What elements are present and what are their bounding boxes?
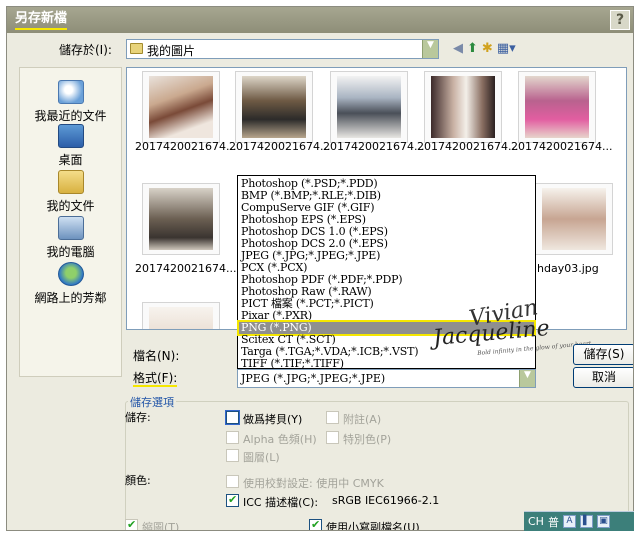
title-bar: 另存新檔 ? [7,7,633,33]
file-thumbnail[interactable] [235,71,313,143]
file-thumbnail[interactable] [142,302,220,329]
use-proof-checkbox[interactable] [226,475,239,488]
help-button[interactable]: ? [610,10,630,30]
file-thumbnail[interactable] [142,71,220,143]
filename-label: 檔名(N): [133,349,180,363]
place-label: 桌面 [58,153,83,167]
place-label: 我的文件 [46,199,95,213]
file-thumbnail[interactable] [142,183,220,255]
as-copy-checkbox[interactable] [225,410,240,425]
file-thumbnail[interactable] [330,71,408,143]
save-in-combo[interactable]: 我的圖片 ▼ [126,39,439,59]
spot-colors-label: 特別色(P) [343,433,392,446]
lowercase-extension-label: 使用小寫副檔名(U) [326,521,420,531]
save-as-dialog: 另存新檔 ? 儲存於(I): 我的圖片 ▼ ◀ ⬆ ✱ ▦▾ 我最近的文件 桌面… [6,6,634,531]
nav-toolbar: ◀ ⬆ ✱ ▦▾ [453,40,516,58]
place-desktop[interactable]: 桌面 [20,124,121,168]
alpha-channels-checkbox[interactable] [226,431,239,444]
ime-indicator[interactable]: 普 [548,514,559,530]
network-places-icon [57,262,84,286]
language-bar: CH 普 A ▌ ▣ [524,511,634,531]
chevron-down-icon[interactable]: ▼ [422,40,438,58]
format-combo[interactable]: JPEG (*.JPG;*.JPEG;*.JPE) ▼ [237,369,536,388]
place-label: 網路上的芳鄰 [34,291,107,305]
new-folder-icon[interactable]: ✱ [482,41,493,57]
language-indicator[interactable]: CH [528,515,544,528]
thumbnail-checkbox[interactable] [125,518,138,530]
file-thumbnail[interactable] [518,71,596,143]
file-thumbnail[interactable] [535,183,613,255]
up-folder-icon[interactable]: ⬆ [467,41,478,57]
lowercase-extension-checkbox[interactable] [309,518,322,530]
layers-checkbox[interactable] [226,449,239,462]
file-name[interactable]: 2017420021674... [135,140,236,153]
place-label: 我最近的文件 [34,109,107,123]
place-label: 我的電腦 [46,245,95,259]
thumbnail-label: 縮圖(T) [142,521,180,531]
file-name[interactable]: 2017420021674... [417,140,518,153]
settings-icon[interactable]: ▣ [596,515,610,528]
recent-documents-icon [57,80,84,104]
save-button[interactable]: 儲存(S) [573,344,633,365]
input-mode-icon[interactable]: A [562,515,576,528]
icc-profile-label: ICC 描述檔(C): [243,496,319,509]
spot-colors-checkbox[interactable] [326,431,339,444]
place-recent[interactable]: 我最近的文件 [20,80,121,124]
icc-profile-checkbox[interactable] [226,493,239,507]
format-value: JPEG (*.JPG;*.JPEG;*.JPE) [241,372,386,385]
use-proof-label: 使用校對設定: 使用中 CMYK [243,477,384,490]
file-name[interactable]: hday03.jpg [537,262,599,275]
desktop-icon [57,124,84,148]
chevron-down-icon[interactable]: ▼ [519,370,535,387]
icc-profile-value: sRGB IEC61966-2.1 [332,494,440,507]
layers-label: 圖層(L) [243,451,280,464]
alpha-channels-label: Alpha 色頻(H) [243,433,317,446]
annotations-label: 附註(A) [343,413,382,426]
my-documents-icon [57,170,84,194]
color-label: 顏色: [125,474,151,487]
file-name[interactable]: 2017420021674... [511,140,612,153]
save-options-title: 儲存選項 [128,394,176,410]
save-in-label: 儲存於(I): [59,43,112,57]
places-bar: 我最近的文件 桌面 我的文件 我的電腦 網路上的芳鄰 [19,67,122,377]
full-width-icon[interactable]: ▌ [579,515,593,528]
file-name[interactable]: 2017420021674... [323,140,424,153]
folder-icon [130,43,143,54]
file-thumbnail[interactable] [424,71,502,143]
file-name[interactable]: 2017420021674... [135,262,236,275]
signature-watermark: Vivian Jacqueline Bold infinity in the g… [431,295,591,369]
as-copy-label: 做爲拷貝(Y) [243,413,303,426]
annotations-checkbox[interactable] [326,411,339,424]
place-network[interactable]: 網路上的芳鄰 [20,262,121,306]
place-my-documents[interactable]: 我的文件 [20,170,121,214]
save-label: 儲存: [125,411,151,424]
cancel-button[interactable]: 取消 [573,367,633,388]
place-my-computer[interactable]: 我的電腦 [20,216,121,260]
file-name[interactable]: 2017420021674... [229,140,330,153]
format-label: 格式(F): [133,371,178,387]
view-menu-icon[interactable]: ▦▾ [497,41,516,57]
back-icon[interactable]: ◀ [453,41,463,57]
my-computer-icon [57,216,84,240]
dialog-title: 另存新檔 [15,11,68,30]
save-in-value: 我的圖片 [147,44,196,58]
